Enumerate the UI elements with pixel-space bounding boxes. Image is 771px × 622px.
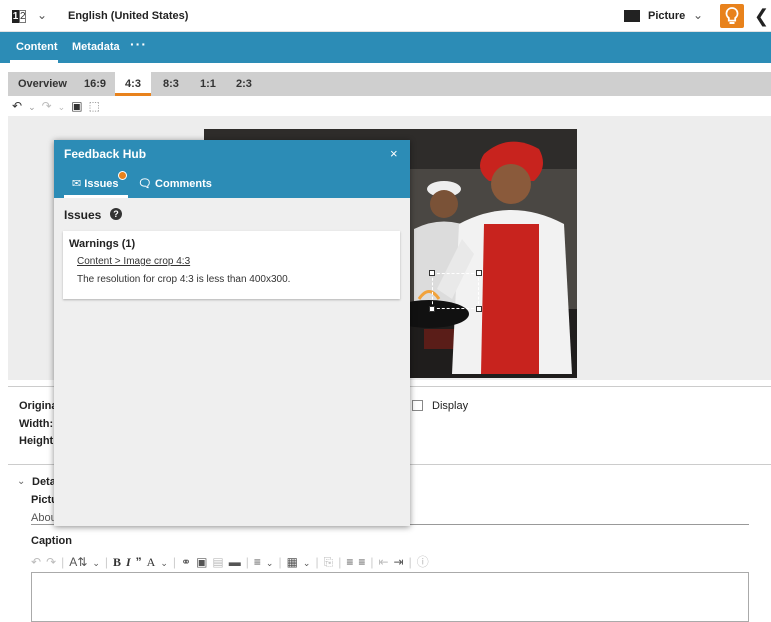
embed-icon[interactable]: ▤ — [212, 555, 223, 569]
tab-content[interactable]: Content — [16, 41, 58, 53]
crop-tab-8-3[interactable]: 8:3 — [163, 78, 179, 90]
feedback-hub-button[interactable] — [720, 4, 744, 28]
info-icon[interactable]: ⓘ — [417, 555, 429, 569]
comment-icon: 🗨 — [138, 178, 152, 190]
quote-icon[interactable]: ” — [136, 555, 142, 569]
issues-icon: ✉ — [72, 178, 82, 190]
language-icon-1: 1 — [12, 10, 19, 23]
crop-tab-16-9[interactable]: 16:9 — [84, 78, 106, 90]
active-tab-indicator — [10, 60, 58, 63]
crop-handle[interactable] — [476, 306, 482, 312]
feedback-hub-title: Feedback Hub — [64, 147, 147, 161]
issues-heading: Issues — [64, 208, 102, 222]
language-icon[interactable]: 12 — [12, 10, 26, 23]
feedback-hub-header: Feedback Hub × ✉ Issues 🗨 Comments — [54, 140, 410, 198]
issue-link[interactable]: Content > Image crop 4:3 — [77, 256, 190, 267]
focus-point-icon[interactable]: ▣ — [71, 99, 82, 113]
align-icon[interactable]: ≡ — [254, 555, 261, 569]
height-label: Height: — [19, 435, 57, 447]
warnings-heading: Warnings (1) — [69, 238, 136, 250]
issue-notification-dot — [118, 171, 127, 180]
chevron-down-icon[interactable]: ⌄ — [28, 102, 36, 112]
paste-icon[interactable]: ⎘ — [324, 555, 334, 569]
chevron-down-icon[interactable]: ⌄ — [92, 558, 100, 568]
content-type-label[interactable]: Picture — [648, 10, 685, 22]
bold-icon[interactable]: B — [113, 555, 121, 569]
lightbulb-icon — [725, 7, 739, 24]
italic-icon[interactable]: I — [126, 555, 131, 569]
font-size-icon[interactable]: A⇅ — [69, 555, 87, 569]
caption-label: Caption — [31, 535, 72, 547]
feedback-hub-panel: Feedback Hub × ✉ Issues 🗨 Comments Issue… — [54, 140, 410, 526]
issues-tab-label: Issues — [84, 178, 119, 190]
more-tabs-button[interactable]: ··· — [130, 36, 147, 52]
top-bar: 12 ⌄ English (United States) Picture ⌄ ❮ — [0, 0, 771, 32]
chevron-down-icon[interactable]: ⌄ — [266, 558, 274, 568]
chevron-down-icon[interactable]: ⌄ — [693, 8, 703, 22]
comments-tab-label: Comments — [155, 178, 212, 190]
crop-tab-2-3[interactable]: 2:3 — [236, 78, 252, 90]
text-style-icon[interactable]: A — [147, 555, 156, 569]
crop-tab-overview[interactable]: Overview — [18, 78, 67, 90]
chevron-down-icon[interactable]: ⌄ — [58, 102, 66, 112]
link-icon[interactable]: ⚭ — [181, 555, 191, 569]
crop-frame-icon[interactable]: ⬚ — [89, 99, 100, 113]
chevron-down-icon[interactable]: ⌄ — [160, 558, 168, 568]
active-tab-indicator — [64, 195, 128, 198]
crop-handle[interactable] — [429, 306, 435, 312]
chevron-down-icon[interactable]: ⌄ — [303, 558, 311, 568]
chevron-down-icon[interactable]: ⌄ — [17, 476, 25, 487]
outdent-icon[interactable]: ⇤ — [378, 555, 388, 569]
active-crop-indicator — [115, 93, 151, 96]
redo-icon[interactable]: ↷ — [46, 555, 56, 569]
ordered-list-icon[interactable]: ≡ — [346, 555, 353, 569]
language-icon-2: 2 — [19, 10, 26, 23]
bullet-list-icon[interactable]: ≡ — [358, 555, 365, 569]
crop-tab-1-1[interactable]: 1:1 — [200, 78, 216, 90]
picture-field-input[interactable]: Abou — [31, 512, 57, 524]
crop-selection-box[interactable] — [429, 270, 482, 312]
tab-metadata[interactable]: Metadata — [72, 41, 120, 53]
picture-type-icon — [624, 10, 640, 22]
redo-icon[interactable]: ↷ — [42, 99, 52, 113]
crop-handle[interactable] — [476, 270, 482, 276]
image-icon[interactable]: ▣ — [196, 555, 207, 569]
warning-card: Warnings (1) Content > Image crop 4:3 Th… — [63, 231, 400, 299]
image-edit-toolbar: ↶ ⌄ ↷ ⌄ ▣ ⬚ — [12, 99, 106, 113]
table-icon[interactable]: ▦ — [287, 555, 298, 569]
help-icon[interactable]: ? — [110, 208, 122, 220]
media-icon[interactable]: ▬ — [229, 555, 241, 569]
rich-text-toolbar: ↶ ↷ | A⇅ ⌄ | B I” A ⌄ | ⚭ ▣ ▤ ▬ | ≡ ⌄ | ▦ ⌄ | ⎘ | ≡ ≡ | ⇤ ⇥ | ⓘ — [31, 555, 429, 569]
editor-tab-bar: Content Metadata ··· — [0, 32, 771, 63]
issue-message: The resolution for crop 4:3 is less than… — [77, 274, 291, 285]
undo-icon[interactable]: ↶ — [31, 555, 41, 569]
tab-issues[interactable]: ✉ Issues — [72, 177, 119, 190]
tab-comments[interactable]: 🗨 Comments — [138, 177, 212, 190]
display-checkbox[interactable] — [412, 400, 423, 411]
chevron-left-icon[interactable]: ❮ — [754, 4, 769, 28]
undo-icon[interactable]: ↶ — [12, 99, 22, 113]
language-label[interactable]: English (United States) — [68, 10, 188, 22]
width-label: Width: — [19, 418, 54, 430]
chevron-down-icon[interactable]: ⌄ — [37, 8, 47, 22]
crop-handle[interactable] — [429, 270, 435, 276]
close-icon[interactable]: × — [390, 146, 398, 161]
indent-icon[interactable]: ⇥ — [394, 555, 404, 569]
display-label: Display — [432, 400, 469, 412]
caption-editor[interactable] — [31, 572, 749, 622]
crop-ratio-bar: Overview 16:9 4:3 8:3 1:1 2:3 — [8, 72, 771, 96]
